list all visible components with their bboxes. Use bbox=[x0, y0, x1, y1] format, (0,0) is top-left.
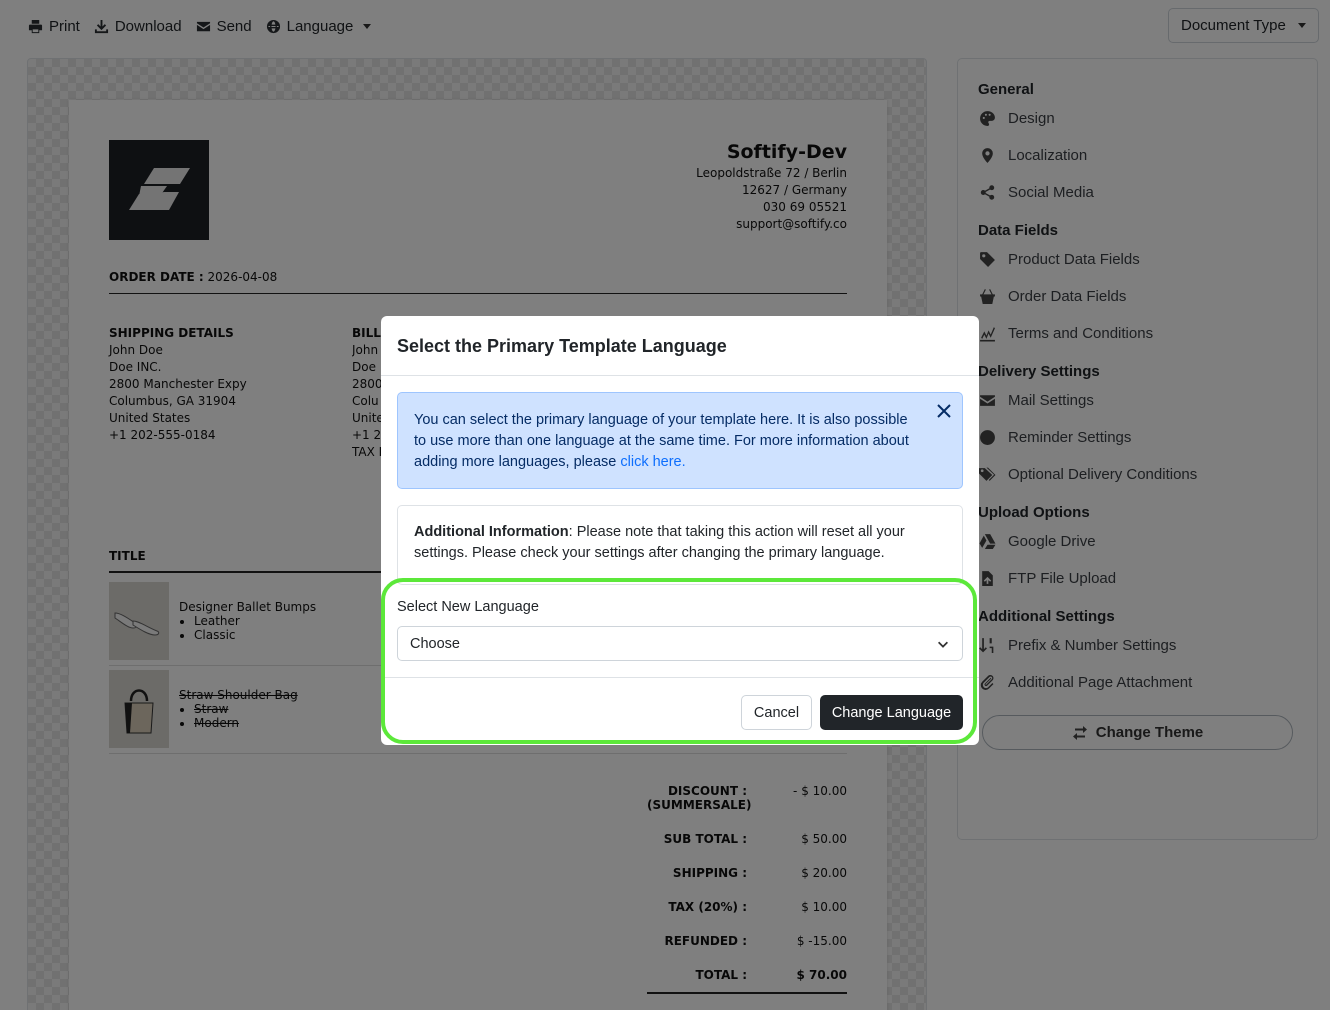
language-select[interactable]: Choose bbox=[397, 626, 963, 661]
modal-title: Select the Primary Template Language bbox=[381, 316, 979, 376]
change-language-button[interactable]: Change Language bbox=[820, 695, 963, 730]
close-icon bbox=[937, 404, 951, 418]
cancel-button[interactable]: Cancel bbox=[741, 695, 812, 730]
language-modal: Select the Primary Template Language You… bbox=[381, 316, 979, 745]
additional-info-note: Additional Information: Please note that… bbox=[397, 505, 963, 585]
info-alert: You can select the primary language of y… bbox=[397, 392, 963, 489]
info-alert-link[interactable]: click here. bbox=[620, 454, 685, 470]
chevron-down-icon bbox=[938, 641, 948, 648]
modal-footer: Cancel Change Language bbox=[381, 677, 979, 745]
language-select-value: Choose bbox=[410, 635, 460, 652]
alert-close-button[interactable] bbox=[936, 403, 952, 419]
select-language-label: Select New Language bbox=[397, 599, 539, 615]
note-label: Additional Information bbox=[414, 524, 569, 540]
